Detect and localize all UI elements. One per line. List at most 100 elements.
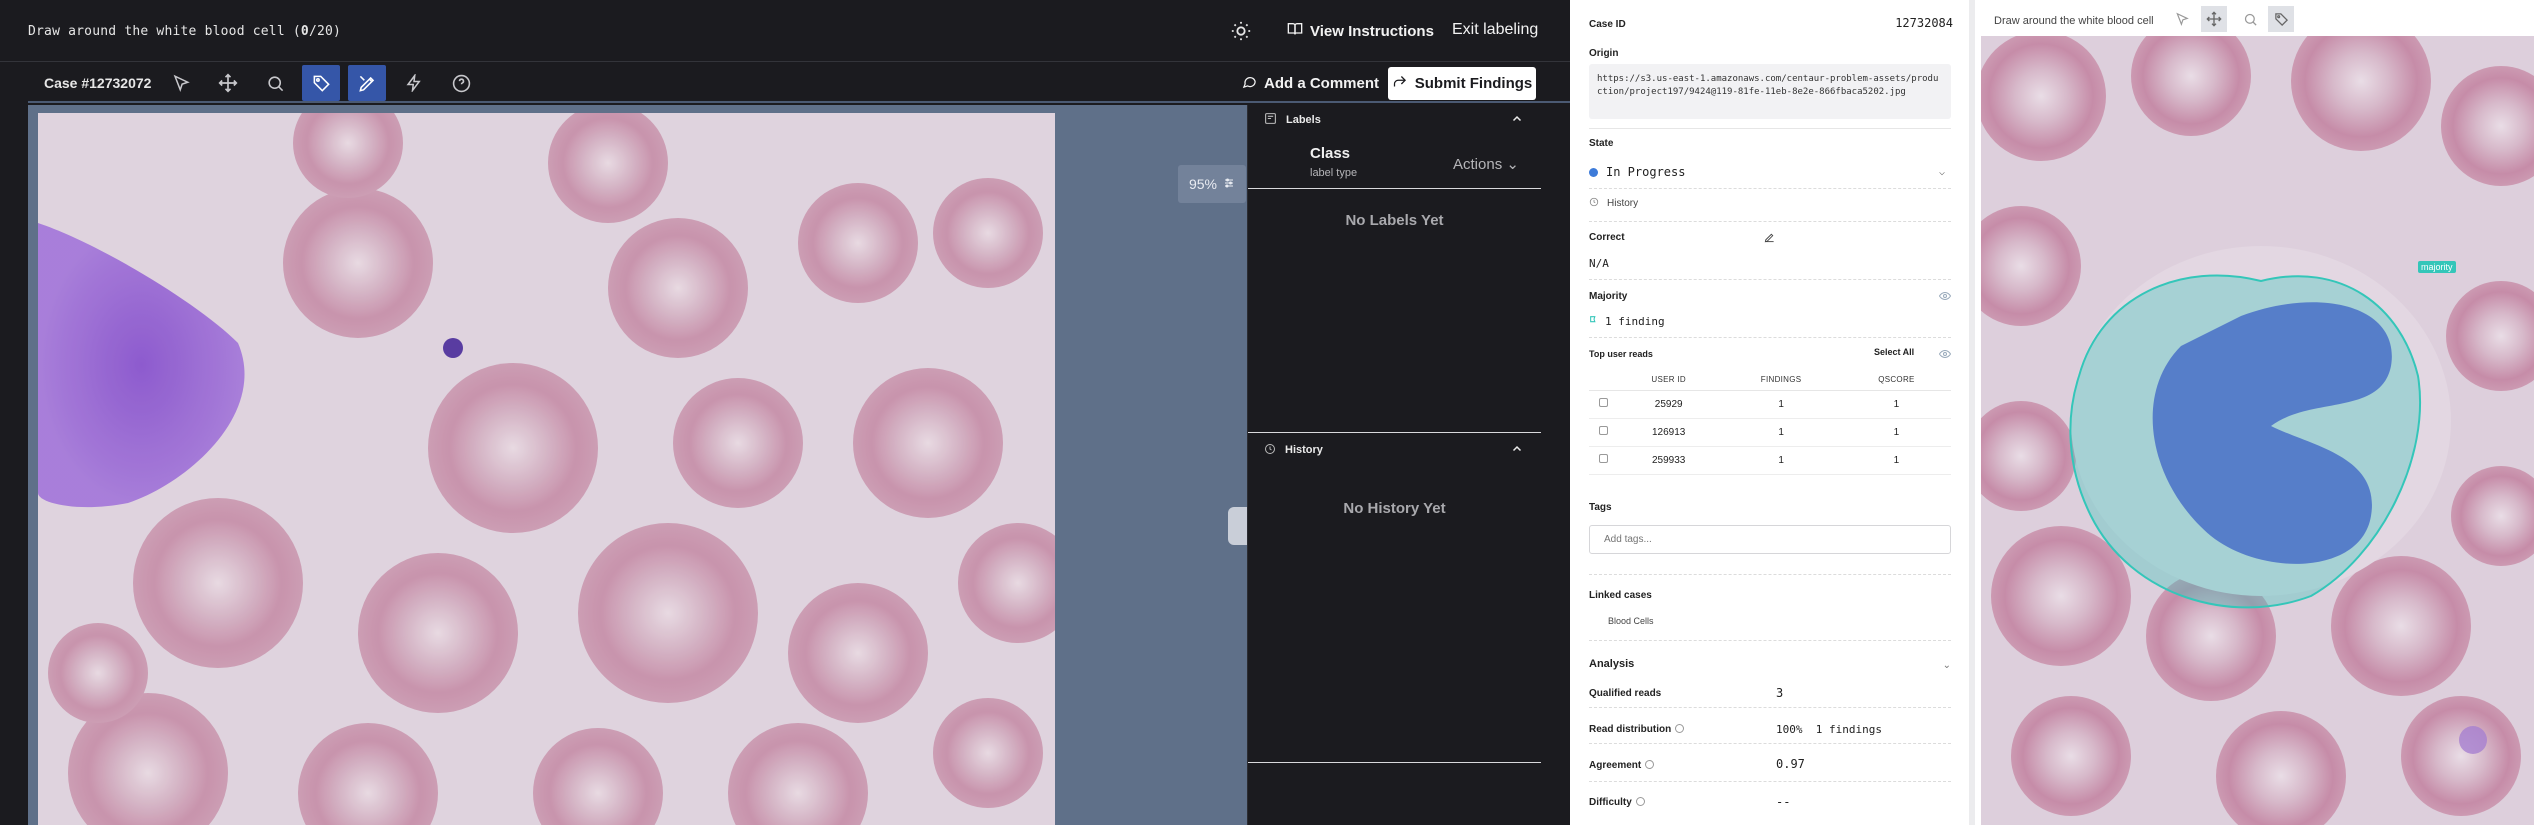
top-reads-label: Top user reads [1589, 349, 1653, 359]
table-row[interactable]: 126913 1 1 [1589, 418, 1951, 447]
chevron-down-icon: ⌵ [1938, 166, 1945, 178]
qscore-cell: 1 [1841, 446, 1951, 475]
zoom-icon[interactable] [256, 65, 294, 101]
edit-icon[interactable] [1764, 230, 1775, 248]
theme-toggle-icon[interactable] [1230, 20, 1252, 42]
divider [1589, 707, 1951, 708]
blood-smear-image[interactable] [38, 113, 1055, 825]
collapse-icon[interactable] [1511, 113, 1523, 128]
zoom-icon[interactable] [2237, 6, 2263, 32]
linked-case-link[interactable]: Blood Cells [1608, 616, 1654, 626]
row-checkbox[interactable] [1589, 446, 1617, 475]
table-row[interactable]: 259933 1 1 [1589, 446, 1951, 475]
class-subtitle: label type [1310, 167, 1358, 179]
collapse-icon[interactable] [1511, 443, 1523, 458]
row-checkbox[interactable] [1589, 390, 1617, 419]
move-icon[interactable] [209, 65, 247, 101]
labels-header[interactable]: Labels [1248, 105, 1541, 135]
info-icon[interactable] [1635, 797, 1645, 806]
row-checkbox[interactable] [1589, 418, 1617, 447]
zoom-level[interactable]: 95% [1178, 165, 1246, 203]
majority-label: Majority [1589, 291, 1628, 302]
tags-input[interactable] [1589, 525, 1951, 554]
correct-label: Correct [1589, 232, 1625, 243]
bolt-icon[interactable] [395, 65, 433, 101]
divider [1589, 279, 1951, 280]
table-row[interactable]: 25929 1 1 [1589, 390, 1951, 419]
qualified-reads-value: 3 [1776, 686, 1784, 700]
labels-panel: Labels Class label type Actions ⌄ No Lab… [1247, 105, 1541, 825]
comment-icon [1242, 74, 1257, 93]
add-comment-button[interactable]: Add a Comment [1242, 74, 1379, 93]
annotation-canvas[interactable]: 95% [28, 105, 1247, 825]
tool-bar: Case #12732072 Add a Comment Submit Find [28, 63, 1570, 103]
info-icon[interactable] [1675, 724, 1685, 733]
origin-label: Origin [1589, 48, 1619, 59]
divider [1589, 128, 1951, 129]
column-header: USER ID [1617, 370, 1721, 391]
cursor-icon[interactable] [162, 65, 200, 101]
state-label: State [1589, 138, 1614, 149]
book-icon [1287, 21, 1303, 41]
select-all-button[interactable]: Select All [1874, 347, 1914, 357]
findings-cell: 1 [1720, 418, 1842, 447]
view-instructions-button[interactable]: View Instructions [1287, 20, 1434, 42]
correct-value: N/A [1589, 257, 1609, 270]
history-link[interactable]: History [1589, 197, 1638, 210]
findings-cell: 1 [1720, 446, 1842, 475]
case-detail-panel: Case ID 12732084 Origin https://s3.us-ea… [1570, 0, 1969, 825]
user-id-cell: 259933 [1617, 446, 1721, 475]
chevron-down-icon[interactable]: ⌄ [1943, 660, 1951, 671]
exit-labeling-button[interactable]: Exit labeling [1452, 21, 1538, 39]
tags-label: Tags [1589, 502, 1612, 513]
history-header[interactable]: History [1248, 435, 1541, 465]
finding-icon [1589, 315, 1599, 328]
eye-icon[interactable] [1938, 347, 1952, 365]
class-title: Class [1310, 145, 1351, 162]
eye-icon[interactable] [1938, 289, 1952, 307]
info-icon[interactable] [1645, 760, 1655, 769]
divider [1589, 781, 1951, 782]
read-distribution-label: Read distribution [1589, 724, 1685, 735]
clock-icon [1589, 197, 1599, 210]
state-dot [1589, 167, 1598, 177]
divider [1589, 743, 1951, 744]
history-empty: No History Yet [1343, 500, 1446, 517]
actions-dropdown[interactable]: Actions ⌄ [1453, 155, 1519, 173]
agreement-value: 0.97 [1776, 757, 1805, 771]
reference-image[interactable]: majority [1981, 36, 2534, 825]
majority-tag: majority [2418, 261, 2456, 273]
majority-value: 1 finding [1589, 315, 1665, 328]
tag-icon[interactable] [2268, 6, 2294, 32]
labels-icon [1264, 112, 1277, 128]
difficulty-label: Difficulty [1589, 797, 1645, 808]
pen-icon[interactable] [348, 65, 386, 101]
divider [1589, 574, 1951, 575]
origin-url[interactable]: https://s3.us-east-1.amazonaws.com/centa… [1589, 64, 1951, 119]
qscore-cell: 1 [1841, 390, 1951, 419]
findings-cell: 1 [1720, 390, 1842, 419]
case-id-label: Case ID [1589, 19, 1626, 30]
divider [1589, 640, 1951, 641]
sliders-icon [1223, 176, 1235, 192]
tag-icon[interactable] [302, 65, 340, 101]
user-id-cell: 25929 [1617, 390, 1721, 419]
move-icon[interactable] [2201, 6, 2227, 32]
panel-resize-handle[interactable] [1228, 507, 1247, 545]
column-header: FINDINGS [1720, 370, 1842, 391]
submit-findings-button[interactable]: Submit Findings [1388, 67, 1536, 100]
user-reads-table: USER ID FINDINGS QSCORE 25929 1 1 126913… [1589, 370, 1951, 475]
state-dropdown[interactable]: In Progress ⌵ [1589, 162, 1951, 182]
case-number: Case #12732072 [44, 75, 152, 91]
read-distribution-value: 100% 1 findings [1776, 723, 1882, 736]
help-icon[interactable] [442, 65, 480, 101]
cursor-icon[interactable] [2169, 6, 2195, 32]
difficulty-value: -- [1776, 795, 1791, 809]
top-bar: Draw around the white blood cell (0/20) … [0, 0, 1570, 62]
qualified-reads-label: Qualified reads [1589, 688, 1662, 699]
divider [1589, 188, 1951, 189]
reference-panel: Draw around the white blood cell majorit… [1969, 0, 2534, 825]
reference-title: Draw around the white blood cell [1994, 15, 2154, 27]
divider [1589, 337, 1951, 338]
analysis-label: Analysis [1589, 658, 1635, 670]
